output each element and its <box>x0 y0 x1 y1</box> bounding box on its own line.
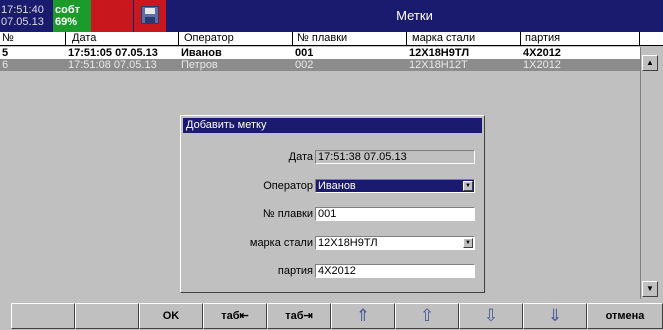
steel-label: марка стали <box>249 237 313 249</box>
add-mark-dialog: Добавить метку Дата 17:51:38 07.05.13 Оп… <box>180 115 485 293</box>
operator-value: Иванов <box>318 180 356 192</box>
column-header-steel[interactable]: марка стали <box>412 32 475 45</box>
column-header-num[interactable]: № <box>2 32 14 45</box>
scroll-down-button[interactable]: ▼ <box>642 281 658 297</box>
cell-date: 17:51:05 07.05.13 <box>68 47 158 59</box>
cell-steel: 12Х18Н9ТЛ <box>409 47 470 59</box>
column-header-date[interactable]: Дата <box>72 32 96 45</box>
table-header: № Дата Оператор № плавки марка стали пар… <box>0 32 663 46</box>
double-arrow-down-icon: ⇓ <box>547 306 563 325</box>
column-header-heat[interactable]: № плавки <box>297 32 347 45</box>
vertical-scrollbar[interactable]: ▲ ▼ <box>640 47 658 299</box>
steel-select[interactable]: 12Х18Н9ТЛ ▼ <box>315 236 475 250</box>
chevron-down-icon[interactable]: ▼ <box>463 238 473 248</box>
status-label: собт <box>55 4 81 16</box>
clock-time: 17:51:40 <box>1 4 44 16</box>
dialog-title: Добавить метку <box>183 118 482 133</box>
scroll-up-button[interactable]: ▲ <box>642 55 658 71</box>
column-divider <box>178 32 179 46</box>
batch-input[interactable]: 4Х2012 <box>315 264 475 278</box>
tab-forward-button[interactable]: таб⇥ <box>267 303 331 329</box>
date-label: Дата <box>288 151 313 163</box>
column-divider <box>520 32 521 46</box>
up-button[interactable]: ⇧ <box>395 303 459 329</box>
page-down-button[interactable]: ⇓ <box>523 303 587 329</box>
column-divider <box>65 32 66 46</box>
table-row-selected[interactable]: 6 17:51:08 07.05.13 Петров 002 12Х18Н12Т… <box>0 59 640 71</box>
cell-heat: 002 <box>295 59 314 71</box>
steel-value: 12Х18Н9ТЛ <box>318 237 378 249</box>
column-header-operator[interactable]: Оператор <box>184 32 234 45</box>
cell-steel: 12Х18Н12Т <box>409 59 468 71</box>
page-up-button[interactable]: ⇑ <box>331 303 395 329</box>
batch-label: партия <box>277 265 313 277</box>
triangle-up-icon: ▲ <box>646 58 654 67</box>
heat-label: № плавки <box>262 208 313 220</box>
cell-batch: 1Х2012 <box>523 59 561 71</box>
triangle-down-icon: ▼ <box>646 284 654 293</box>
date-field: 17:51:38 07.05.13 <box>315 150 475 164</box>
cancel-button[interactable]: отмена <box>587 303 663 329</box>
bottom-toolbar: OK таб⇤ таб⇥ ⇑ ⇧ ⇩ ⇓ отмена <box>0 303 663 329</box>
cell-heat: 001 <box>295 47 314 59</box>
floppy-disk-icon <box>141 6 159 24</box>
save-button[interactable] <box>134 0 166 32</box>
operator-label: Оператор <box>263 180 313 192</box>
alarm-indicator <box>91 0 133 32</box>
clock-date: 07.05.13 <box>1 16 44 28</box>
cell-operator: Иванов <box>181 47 222 59</box>
ok-button[interactable]: OK <box>139 303 203 329</box>
clock: 17:51:40 07.05.13 <box>0 0 52 32</box>
arrow-up-icon: ⇧ <box>419 306 435 325</box>
status-value: 69% <box>55 16 78 28</box>
heat-input[interactable]: 001 <box>315 207 475 221</box>
window-title: Метки <box>396 8 433 23</box>
tab-back-button[interactable]: таб⇤ <box>203 303 267 329</box>
chevron-down-icon[interactable]: ▼ <box>463 181 473 191</box>
down-button[interactable]: ⇩ <box>459 303 523 329</box>
table-row[interactable]: 5 17:51:05 07.05.13 Иванов 001 12Х18Н9ТЛ… <box>0 47 640 59</box>
cell-date: 17:51:08 07.05.13 <box>68 59 157 71</box>
cell-batch: 4Х2012 <box>523 47 561 59</box>
cell-num: 6 <box>2 59 9 71</box>
cell-operator: Петров <box>181 59 218 71</box>
empty-button[interactable] <box>75 303 139 329</box>
cell-num: 5 <box>2 47 9 59</box>
operator-select[interactable]: Иванов ▼ <box>315 179 475 193</box>
status-indicator: собт 69% <box>53 0 91 32</box>
column-header-batch[interactable]: партия <box>525 32 560 45</box>
column-divider <box>639 32 640 46</box>
arrow-down-icon: ⇩ <box>483 306 499 325</box>
empty-button[interactable] <box>11 303 75 329</box>
column-divider <box>292 32 293 46</box>
column-divider <box>406 32 407 46</box>
double-arrow-up-icon: ⇑ <box>355 306 371 325</box>
